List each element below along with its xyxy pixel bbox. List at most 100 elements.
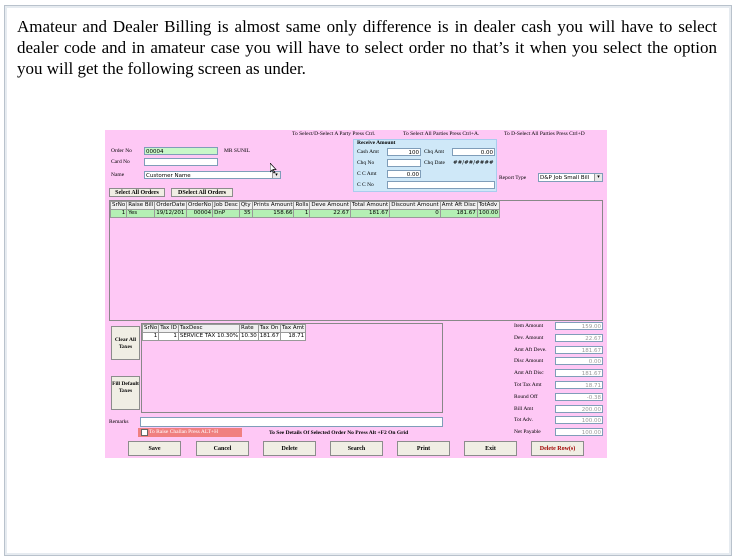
orders-grid[interactable]: SrNo Raise Bill OrderDate OrderNo Job Desc Qt… [109, 200, 603, 321]
column-header[interactable]: Total Amount [349, 201, 391, 210]
column-header[interactable]: Job Desc [212, 201, 240, 210]
challan-toggle[interactable]: To Raise Challan Press ALT+H [138, 428, 242, 437]
total-label: Tot Adv. [514, 417, 533, 424]
cc-no-label: C C No [357, 182, 374, 188]
table-cell[interactable]: 1 [293, 209, 311, 218]
cash-amt-field[interactable]: 100 [387, 148, 421, 156]
table-cell[interactable]: 181.67 [439, 209, 478, 218]
table-row[interactable]: 1 1 SERVICE TAX 10.30% 10.30 181.67 18.71 [142, 332, 307, 341]
table-cell[interactable]: 19/12/201 [154, 209, 187, 218]
chevron-down-icon[interactable]: ▾ [594, 174, 602, 181]
column-header[interactable]: Discount Amount [389, 201, 441, 210]
fill-default-taxes-button[interactable]: Fill Default Taxes [111, 376, 140, 410]
challan-label: To Raise Challan Press ALT+H [149, 429, 219, 435]
tax-grid[interactable]: SrNo Tax ID TaxDesc Rate Tax On Tax Amt 1 1 SER… [141, 323, 443, 413]
table-cell[interactable]: 0 [389, 209, 441, 218]
column-header[interactable]: Qty [238, 201, 253, 210]
table-cell[interactable]: DnP [212, 209, 240, 218]
billing-window: To Select/D-Select A Party Press Ctrl. T… [105, 130, 607, 458]
column-header[interactable]: Deve Amount [309, 201, 351, 210]
column-header[interactable]: SrNo [110, 201, 128, 210]
mouse-cursor-icon [270, 163, 277, 174]
column-header[interactable]: Tax On [257, 324, 282, 333]
report-type-select[interactable]: D&P Job Small Bill ▾ [538, 173, 603, 182]
total-label: Disc Amount [514, 358, 544, 365]
clear-all-taxes-button[interactable]: Clear All Taxes [111, 326, 140, 360]
table-cell[interactable]: 100.00 [476, 209, 500, 218]
select-all-orders-button[interactable]: Select All Orders [109, 188, 165, 197]
save-button[interactable]: Save [128, 441, 181, 456]
column-header[interactable]: OrderNo [185, 201, 214, 210]
total-value-field: 181.67 [555, 345, 603, 354]
total-value-field: 0.00 [555, 357, 603, 366]
table-cell[interactable]: 158.66 [251, 209, 295, 218]
column-header[interactable]: Raise Bill [126, 201, 156, 210]
total-value-field: -0.38 [555, 392, 603, 401]
column-header[interactable]: Rate [239, 324, 259, 333]
table-cell[interactable]: 10.30 [239, 332, 259, 341]
receive-amount-panel: Receive Amount Cash Amt 100 Chq Amt 0.00… [353, 139, 497, 192]
column-header[interactable]: Rolls [293, 201, 311, 210]
search-button[interactable]: Search [330, 441, 383, 456]
card-no-label: Card No [111, 159, 130, 165]
column-header[interactable]: TaxDesc [177, 324, 241, 333]
table-cell[interactable]: 181.67 [349, 209, 391, 218]
orders-table: SrNo Raise Bill OrderDate OrderNo Job Desc Qt… [110, 201, 500, 218]
hint-select-all: To Select All Parties Press Ctrl+A. [403, 131, 480, 137]
chq-no-field[interactable] [387, 159, 421, 167]
remarks-label: Remarks [109, 419, 129, 425]
column-header[interactable]: Amt Aft Disc [439, 201, 478, 210]
customer-name-select[interactable]: Customer Name ▾ [144, 171, 281, 179]
cancel-button[interactable]: Cancel [196, 441, 249, 456]
table-cell[interactable]: SERVICE TAX 10.30% [177, 332, 241, 341]
table-cell[interactable]: Yes [126, 209, 156, 218]
total-label: Amt Aft Disc [514, 370, 544, 377]
column-header[interactable]: OrderDate [154, 201, 187, 210]
table-cell[interactable]: 00004 [185, 209, 214, 218]
table-row[interactable]: 1 Yes 19/12/201 00004 DnP 35 158.66 1 22.67 181.6… [110, 209, 500, 218]
customer-name-display: MR SUNIL [224, 148, 251, 154]
column-header[interactable]: SrNo [142, 324, 160, 333]
table-cell[interactable]: 181.67 [257, 332, 282, 341]
cc-no-field[interactable] [387, 181, 495, 189]
receive-amount-title: Receive Amount [357, 140, 396, 146]
print-button[interactable]: Print [397, 441, 450, 456]
table-cell[interactable]: 22.67 [309, 209, 351, 218]
column-header[interactable]: Tax ID [158, 324, 179, 333]
column-header[interactable]: Prints Amount [251, 201, 295, 210]
total-label: Bill Amt [514, 405, 534, 412]
total-value-field: 200.00 [555, 404, 603, 413]
deselect-all-orders-button[interactable]: DSelect All Orders [171, 188, 233, 197]
table-cell[interactable]: 1 [158, 332, 179, 341]
tax-table: SrNo Tax ID TaxDesc Rate Tax On Tax Amt 1 1 SER… [142, 324, 307, 341]
table-cell[interactable]: 18.71 [280, 332, 307, 341]
delete-button[interactable]: Delete [263, 441, 316, 456]
card-no-field[interactable] [144, 158, 218, 166]
table-cell[interactable]: 1 [110, 209, 128, 218]
exit-button[interactable]: Exit [464, 441, 517, 456]
column-header[interactable]: TotAdv [476, 201, 500, 210]
chq-no-label: Chq No [357, 160, 375, 166]
report-type-label: Report Type [499, 175, 527, 181]
cash-amt-label: Cash Amt [357, 149, 379, 155]
delete-rows-button[interactable]: Delete Row(s) [531, 441, 584, 456]
total-value-field: 22.67 [555, 333, 603, 342]
cc-amt-label: C C Amt [357, 171, 377, 177]
hint-deselect-all: To D-Select All Parties Press Ctrl+D [504, 131, 585, 137]
remarks-field[interactable] [140, 417, 443, 427]
order-no-field[interactable]: 00004 [144, 147, 218, 155]
customer-name-select-value: Customer Name [146, 173, 191, 179]
table-cell[interactable]: 1 [142, 332, 160, 341]
table-cell[interactable]: 35 [238, 209, 253, 218]
chq-amt-field[interactable]: 0.00 [452, 148, 495, 156]
report-type-value: D&P Job Small Bill [540, 175, 590, 181]
hint-select-party: To Select/D-Select A Party Press Ctrl. [292, 131, 376, 137]
challan-checkbox[interactable] [141, 429, 148, 436]
intro-paragraph: Amateur and Dealer Billing is almost sam… [17, 17, 717, 78]
chq-date-field[interactable]: ##/##/#### [452, 159, 495, 167]
cc-amt-field[interactable]: 0.00 [387, 170, 421, 178]
column-header[interactable]: Tax Amt [280, 324, 307, 333]
name-label: Name [111, 172, 125, 178]
total-value-field: 100.00 [555, 428, 603, 437]
total-label: Tot Tax Amt [514, 382, 542, 388]
